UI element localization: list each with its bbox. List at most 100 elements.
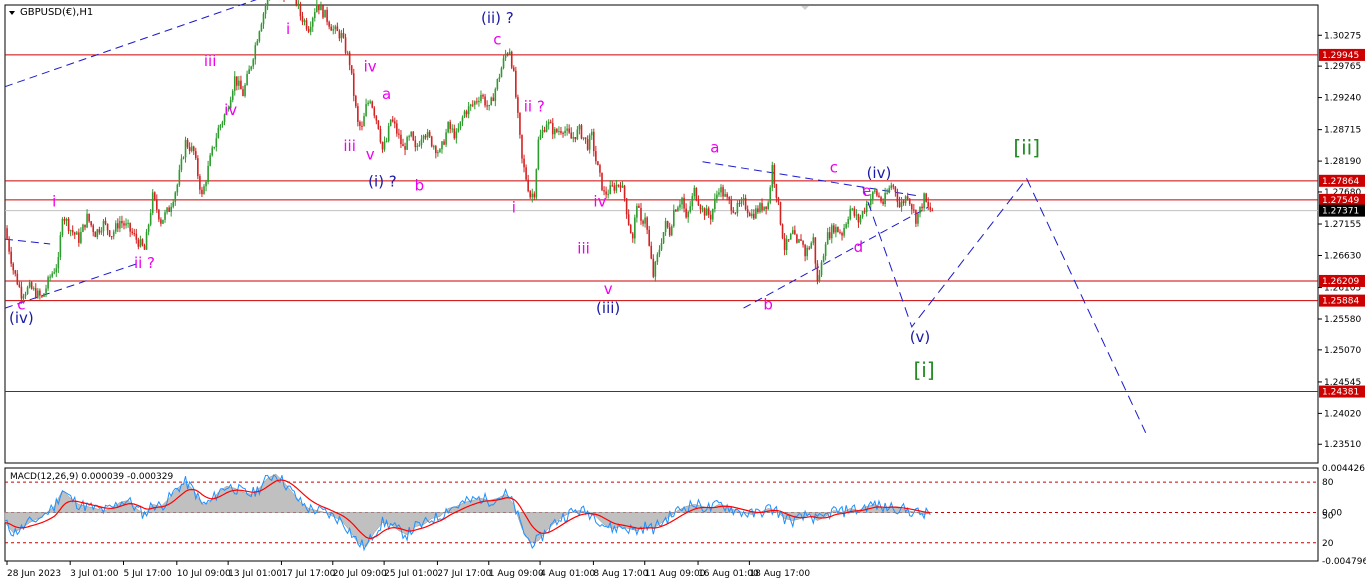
candle-body [90,221,92,226]
candle-body [488,104,490,107]
current-price-label: 1.27371 [1322,207,1359,217]
candle-body [837,226,839,233]
candle-body [915,210,917,224]
candle-body [383,141,386,150]
candle-body [367,102,369,105]
candle-body [765,206,767,210]
candle-body [931,209,934,212]
candle-body [841,232,843,236]
candle-body [908,198,911,205]
candle-body [186,139,189,148]
candle-body [400,134,402,145]
candle-body [34,288,37,298]
candle-body [863,211,866,213]
candle-body [244,84,246,97]
candle-body [523,158,525,168]
candle-body [18,284,21,287]
candle-body [753,213,755,219]
candle-body [266,0,269,7]
y-tick-label: 1.25580 [1324,315,1361,325]
candle-body [197,158,199,177]
candle-body [55,268,58,273]
candle-body [615,184,618,191]
candle-body [37,290,39,298]
wave-label: c [493,30,501,48]
wave-label: (v) [910,328,931,346]
candle-body [192,146,195,152]
candle-body [796,234,798,243]
candle-body [498,77,501,80]
candle-body [174,192,177,202]
candle-body [724,194,726,197]
candle-body [449,122,451,129]
candle-body [539,134,542,140]
level-price-label: 1.25884 [1322,297,1359,307]
candle-body [359,121,361,126]
candle-body [785,239,788,251]
candle-body [170,206,172,212]
candle-body [502,58,505,69]
candle-body [527,179,529,192]
candle-body [408,136,410,138]
candle-body [246,73,248,85]
x-tick-label: 18 Aug 17:00 [749,569,810,579]
candle-body [865,203,868,213]
wave-label: (iv) [9,309,34,327]
wave-label: e [862,182,871,200]
candle-body [580,125,583,139]
candle-body [921,206,923,209]
candle-body [603,190,605,192]
candle-body [445,132,447,145]
candle-body [872,191,874,199]
candle-body [802,240,804,245]
candle-body [572,137,575,139]
x-tick-label: 8 Aug 17:00 [593,569,648,579]
candle-body [10,251,12,264]
candle-body [748,213,751,217]
candle-body [250,66,252,70]
candle-body [636,205,638,218]
candle-body [61,218,64,236]
candle-body [824,244,827,257]
candle-body [168,207,170,212]
candle-body [311,18,314,27]
wave-label: a [710,139,719,157]
candle-body [543,130,546,132]
candle-body [484,96,486,106]
candle-body [783,238,786,251]
candle-body [459,121,462,129]
candle-body [414,140,417,148]
candle-body [549,121,552,124]
candle-body [792,230,794,234]
candle-body [515,70,517,98]
candle-body [646,217,648,230]
candle-body [398,133,400,135]
candle-body [396,123,398,134]
candle-body [86,213,88,228]
candle-body [654,261,657,277]
candle-body [707,208,710,215]
candle-body [822,256,825,263]
candle-body [693,187,696,197]
candle-body [188,147,191,151]
candle-body [923,193,925,209]
x-tick-label: 5 Jul 17:00 [123,569,172,579]
candle-body [12,263,15,271]
candle-body [248,69,250,74]
wave-label: iv [364,58,377,76]
candle-body [221,122,224,125]
candle-body [8,238,10,252]
level-price-label: 1.26209 [1322,277,1359,287]
candle-body [316,4,318,13]
candle-body [71,230,74,233]
candle-body [231,90,234,100]
candle-body [467,106,470,115]
candle-body [613,185,616,191]
candle-body [240,80,242,90]
candle-body [564,130,566,134]
candle-body [855,214,858,216]
candle-body [213,146,216,148]
candle-body [746,209,749,214]
candle-body [47,277,49,289]
candle-body [207,165,209,182]
